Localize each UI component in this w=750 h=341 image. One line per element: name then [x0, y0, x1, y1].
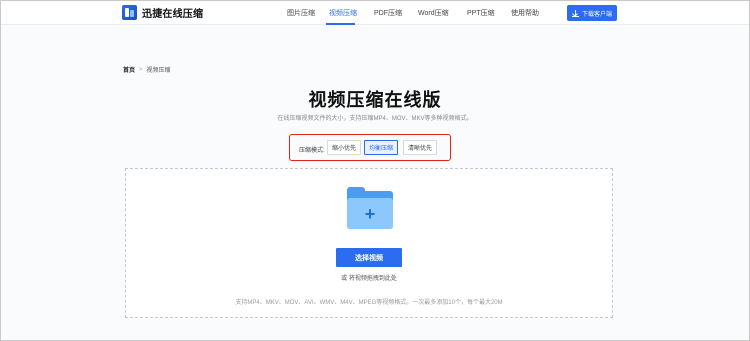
folder-add-icon[interactable]: + — [347, 187, 393, 229]
compression-mode-label: 压缩模式: — [299, 148, 325, 154]
nav-item-ppt-compress[interactable]: PPT压缩 — [467, 8, 495, 18]
select-video-button[interactable]: 选择视频 — [336, 248, 402, 267]
plus-icon: + — [364, 203, 376, 224]
nav-item-pdf-compress[interactable]: PDF压缩 — [374, 8, 402, 18]
logo-icon — [122, 5, 137, 20]
nav-item-image-compress[interactable]: 图片压缩 — [287, 8, 315, 18]
download-client-button[interactable]: 下载客户端 — [567, 5, 617, 21]
nav-item-help[interactable]: 使用帮助 — [511, 8, 539, 18]
mode-option-balanced[interactable]: 均衡压缩 — [364, 140, 398, 155]
download-icon — [571, 9, 579, 17]
page-subtitle: 在线压缩视频文件的大小，支持压缩MP4、MOV、MKV等多种视频格式。 — [277, 116, 473, 122]
logo[interactable]: 迅捷在线压缩 — [122, 5, 203, 20]
drag-hint-text: 或 将视频拖拽到此处 — [341, 276, 397, 282]
breadcrumb-separator: > — [139, 66, 143, 73]
breadcrumb-current: 视频压缩 — [146, 68, 171, 74]
mode-option-smaller-first[interactable]: 缩小优先 — [327, 140, 361, 155]
supported-formats-text: 支持MP4、MKV、MOV、AVI、WMV、M4V、MPEG等视频格式。一次最多… — [235, 300, 503, 306]
page-title: 视频压缩在线版 — [308, 90, 442, 110]
download-label: 下载客户端 — [581, 11, 612, 18]
nav-item-word-compress[interactable]: Word压缩 — [418, 8, 449, 18]
active-nav-underline — [326, 23, 355, 25]
nav-item-video-compress[interactable]: 视频压缩 — [329, 8, 357, 18]
mode-option-clarity-first[interactable]: 清晰优先 — [403, 140, 437, 155]
breadcrumb-home[interactable]: 首页 — [123, 65, 135, 74]
breadcrumb: 首页 > 视频压缩 — [123, 65, 171, 75]
logo-text: 迅捷在线压缩 — [142, 9, 204, 20]
top-header: 迅捷在线压缩 图片压缩 视频压缩 PDF压缩 Word压缩 PPT压缩 使用帮助… — [1, 1, 749, 25]
